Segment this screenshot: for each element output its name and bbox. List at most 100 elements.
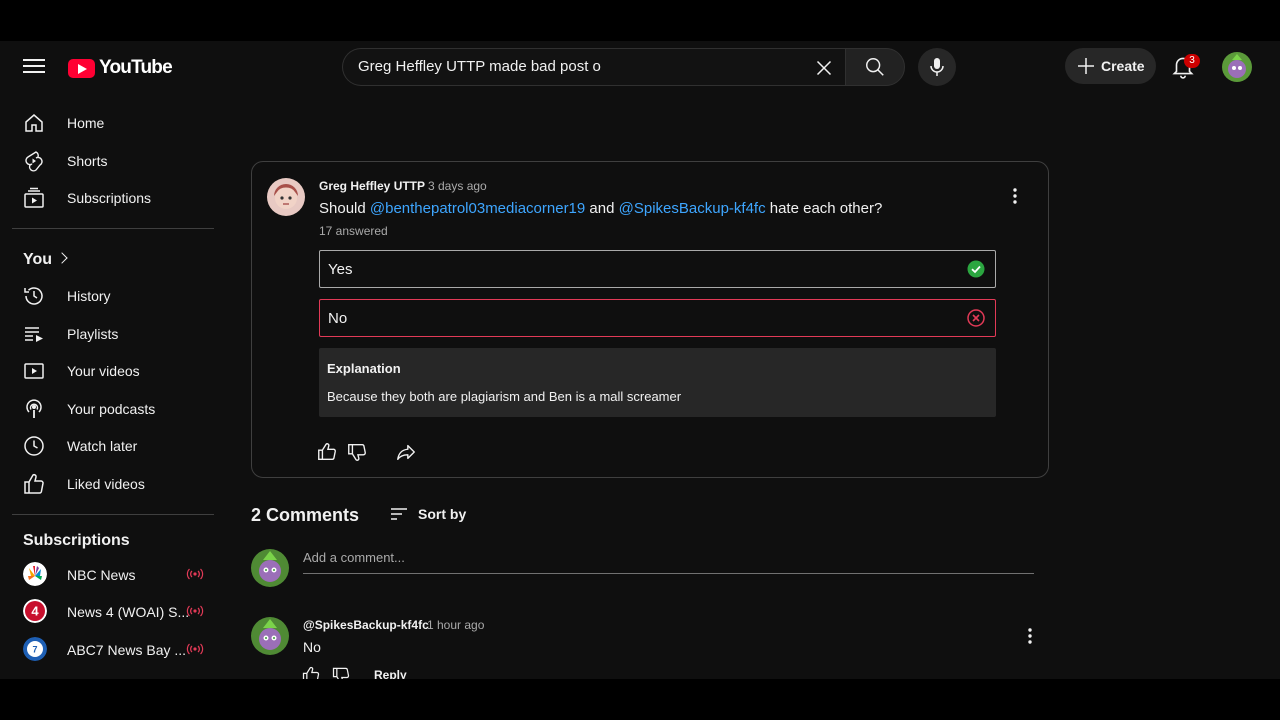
comment-text: No	[303, 639, 321, 655]
channel-name: News 4 (WOAI) S...	[67, 603, 190, 620]
add-comment-placeholder: Add a comment...	[303, 550, 405, 565]
explanation-title: Explanation	[327, 361, 401, 376]
sidebar-item-your-videos[interactable]: Your videos	[12, 352, 214, 389]
thumbs-down-icon[interactable]	[346, 441, 368, 463]
sidebar-item-shorts[interactable]: Shorts	[12, 142, 214, 179]
sort-icon	[391, 508, 407, 520]
answered-count: 17 answered	[319, 224, 388, 238]
explanation-text: Because they both are plagiarism and Ben…	[327, 389, 682, 404]
shorts-icon	[25, 151, 43, 172]
check-circle-icon	[967, 260, 985, 278]
sidebar-item-label: Home	[67, 114, 105, 131]
thumbs-up-icon[interactable]	[316, 441, 338, 463]
watch-later-icon	[24, 436, 44, 456]
sidebar-item-label: Watch later	[67, 437, 138, 454]
more-vert-icon[interactable]	[1003, 184, 1027, 208]
quiz-option-yes[interactable]: Yes	[319, 250, 996, 288]
create-label: Create	[1101, 58, 1145, 74]
live-icon	[186, 568, 204, 580]
comments-count: 2 Comments	[251, 505, 360, 525]
subscriptions-title: Subscriptions	[23, 532, 130, 549]
comment-author[interactable]: @SpikesBackup-kf4fc	[303, 618, 429, 632]
menu-icon[interactable]	[22, 55, 46, 79]
sort-by-button[interactable]: Sort by	[389, 502, 466, 526]
letterbox-top	[0, 0, 1280, 41]
account-avatar[interactable]	[1222, 52, 1252, 82]
current-user-avatar	[251, 549, 289, 587]
voice-search-button[interactable]	[918, 48, 956, 86]
sidebar-channel-nbc-news[interactable]: NBC News	[12, 556, 214, 593]
sidebar-channel-news-4[interactable]: 4 News 4 (WOAI) S...	[12, 593, 214, 630]
svg-text:4: 4	[31, 604, 39, 619]
home-icon	[25, 114, 43, 132]
post-text-before: Should	[319, 200, 370, 217]
sidebar-divider	[12, 228, 214, 229]
playlists-icon	[25, 327, 43, 342]
channel-name: NBC News	[67, 566, 136, 583]
quiz-explanation: Explanation Because they both are plagia…	[319, 348, 996, 417]
abc7-avatar: 7	[23, 637, 47, 661]
share-icon[interactable]	[395, 441, 417, 463]
logo-text: YouTube	[99, 57, 173, 78]
thumbs-up-icon[interactable]	[301, 665, 321, 679]
sidebar-item-label: Liked videos	[67, 475, 145, 492]
plus-icon	[1078, 58, 1094, 74]
search-input[interactable]	[358, 58, 798, 75]
sidebar-divider	[12, 514, 214, 515]
mention-link[interactable]: @benthepatrol03mediacorner19	[370, 200, 585, 217]
sidebar-item-watch-later[interactable]: Watch later	[12, 427, 214, 464]
subscriptions-icon	[24, 187, 44, 208]
svg-text:7: 7	[32, 645, 37, 655]
search-bar	[342, 48, 905, 86]
your-videos-icon	[24, 363, 44, 379]
youtube-logo[interactable]: YouTube	[68, 57, 173, 79]
post-timestamp[interactable]: 3 days ago	[428, 179, 487, 193]
sidebar-item-label: Your videos	[67, 362, 140, 379]
sidebar-item-home[interactable]: Home	[12, 104, 214, 141]
more-vert-icon[interactable]	[1018, 624, 1042, 648]
you-title: You	[23, 251, 53, 268]
sidebar-channel-abc7[interactable]: 7 ABC7 News Bay ...	[12, 631, 214, 668]
letterbox-bottom	[0, 679, 1280, 720]
quiz-option-no[interactable]: No	[319, 299, 996, 337]
comment-timestamp[interactable]: 1 hour ago	[427, 618, 484, 632]
thumbs-down-icon[interactable]	[331, 665, 351, 679]
post-text-middle: and	[585, 200, 619, 217]
sidebar-item-label: Playlists	[67, 325, 119, 342]
sidebar-item-subscriptions[interactable]: Subscriptions	[12, 179, 214, 216]
channel-name: ABC7 News Bay ...	[67, 641, 187, 658]
sidebar-item-history[interactable]: History	[12, 277, 214, 314]
sidebar-item-playlists[interactable]: Playlists	[12, 315, 214, 352]
nbc-news-avatar	[23, 562, 47, 586]
option-label: Yes	[328, 261, 353, 278]
you-section-header[interactable]: You	[12, 240, 72, 277]
comment-author-avatar[interactable]	[251, 617, 289, 655]
community-post: Greg Heffley UTTP 3 days ago Should @ben…	[251, 161, 1049, 478]
sidebar-item-label: Your podcasts	[67, 400, 156, 417]
x-circle-icon	[967, 309, 985, 327]
sidebar-item-label: Subscriptions	[67, 189, 152, 206]
create-button[interactable]: Create	[1065, 48, 1156, 84]
chevron-right-icon	[56, 252, 68, 264]
add-comment-input[interactable]: Add a comment...	[303, 550, 1034, 574]
sort-by-label: Sort by	[418, 506, 467, 522]
sidebar-item-your-podcasts[interactable]: Your podcasts	[12, 390, 214, 427]
post-author-avatar[interactable]	[267, 178, 305, 216]
post-question: Should @benthepatrol03mediacorner19 and …	[319, 200, 882, 217]
search-button[interactable]	[845, 48, 905, 86]
youtube-play-icon	[68, 58, 95, 78]
notification-count-badge: 3	[1184, 54, 1200, 68]
reply-button[interactable]: Reply	[374, 668, 407, 679]
masthead: YouTube Create 3	[0, 41, 1280, 93]
liked-videos-icon	[24, 473, 44, 494]
sidebar-item-liked-videos[interactable]: Liked videos	[12, 465, 214, 502]
clear-icon[interactable]	[811, 55, 837, 81]
sidebar-item-label: Shorts	[67, 152, 108, 169]
sidebar-item-label: History	[67, 287, 111, 304]
post-author-name[interactable]: Greg Heffley UTTP	[319, 179, 425, 193]
news-4-avatar: 4	[23, 599, 47, 623]
mention-link[interactable]: @SpikesBackup-kf4fc	[619, 200, 766, 217]
live-icon	[186, 643, 204, 655]
youtube-app: YouTube Create 3 Home	[0, 41, 1280, 679]
post-text-after: hate each other?	[765, 200, 883, 217]
